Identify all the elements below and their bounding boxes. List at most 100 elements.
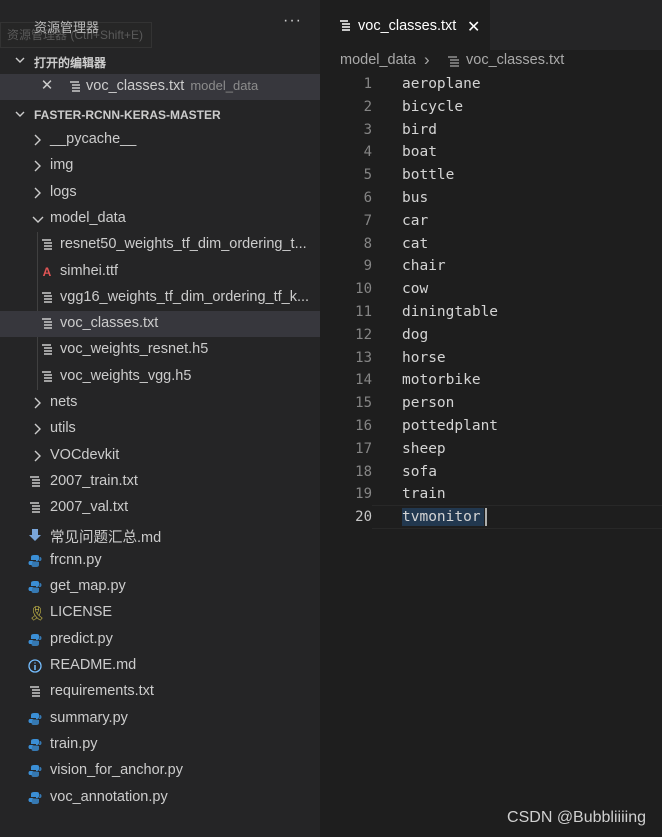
tree-item[interactable]: summary.py [0,706,320,732]
tree-item[interactable]: vgg16_weights_tf_dim_ordering_tf_k... [0,285,320,311]
tree-item[interactable]: 常见问题汇总.md [0,522,320,548]
code-line[interactable]: dog [402,327,428,343]
line-number: 19 [355,486,372,503]
tree-item[interactable]: README.md [0,653,320,679]
code-line[interactable]: bird [402,122,437,138]
explorer-sidebar: 资源管理器 (Ctrl+Shift+E) 资源管理器 ··· 打开的编辑器 ✕ … [0,0,320,837]
open-editors-section[interactable]: 打开的编辑器 [0,50,320,72]
chevron-down-icon [31,211,45,227]
tab-voc-classes[interactable]: voc_classes.txt ✕ [320,0,490,51]
tree-item-label: voc_annotation.py [50,788,168,805]
code-line[interactable]: pottedplant [402,418,498,434]
tree-item[interactable]: Asimhei.ttf [0,259,320,285]
tree-item-label: summary.py [50,709,128,726]
line-number: 16 [355,418,372,434]
code-line[interactable]: aeroplane [402,76,481,92]
tree-item[interactable]: resnet50_weights_tf_dim_ordering_t... [0,232,320,258]
tree-item[interactable]: frcnn.py [0,548,320,574]
file-lines-icon [70,81,80,92]
code-line[interactable]: sheep [402,441,446,457]
more-actions-icon[interactable]: ··· [283,12,302,30]
explorer-title: 资源管理器 [34,20,100,35]
tree-item-label: requirements.txt [50,683,154,700]
file-lines-icon [28,684,42,700]
chevron-right-icon [31,158,45,174]
line-number: 6 [363,190,372,206]
code-line[interactable]: bicycle [402,99,463,115]
code-line[interactable]: train [402,486,446,502]
editor-tab-bar: voc_classes.txt ✕ [320,0,662,51]
python-icon [28,553,42,569]
tree-item-label: voc_classes.txt [60,315,159,332]
code-line[interactable]: cat [402,236,428,252]
code-line[interactable]: chair [402,258,446,274]
tree-item[interactable]: predict.py [0,627,320,653]
file-lines-icon [40,342,54,358]
tree-item[interactable]: get_map.py [0,574,320,600]
chevron-down-icon [15,57,25,63]
code-line[interactable]: sofa [402,464,437,480]
breadcrumb-folder[interactable]: model_data [340,52,416,68]
info-icon [28,658,42,674]
tree-item-label: resnet50_weights_tf_dim_ordering_t... [60,236,307,253]
tree-item[interactable]: VOCdevkit [0,443,320,469]
tree-item-label: 2007_val.txt [50,499,129,516]
python-icon [28,790,42,806]
tree-item[interactable]: voc_weights_vgg.h5 [0,364,320,390]
code-line[interactable]: tvmonitor [402,509,481,525]
chevron-right-icon [31,395,45,411]
chevron-right-icon: › [424,50,430,69]
tree-item-label: simhei.ttf [60,262,119,279]
tree-item[interactable]: requirements.txt [0,679,320,705]
tree-item-label: README.md [50,657,137,673]
line-number: 14 [355,372,372,389]
code-line[interactable]: bottle [402,167,454,183]
close-tab-icon[interactable]: ✕ [467,17,480,37]
tree-item[interactable]: nets [0,390,320,416]
tree-item-label: VOCdevkit [50,446,120,463]
tree-item[interactable]: vision_for_anchor.py [0,758,320,784]
line-number: 13 [355,349,372,366]
tree-item[interactable]: model_data [0,206,320,232]
code-line[interactable]: diningtable [402,304,498,320]
tree-item[interactable]: 2007_val.txt [0,495,320,521]
code-line[interactable]: person [402,395,454,411]
line-number: 17 [355,440,372,457]
code-line[interactable]: bus [402,190,428,206]
line-number: 7 [363,212,372,229]
project-header: FASTER-RCNN-KERAS-MASTER [34,108,221,122]
tree-item[interactable]: voc_annotation.py [0,785,320,811]
open-editors-header: 打开的编辑器 [34,56,107,70]
file-lines-icon [40,316,54,332]
tree-item[interactable]: utils [0,416,320,442]
tree-item[interactable]: train.py [0,732,320,758]
explorer-header: 资源管理器 (Ctrl+Shift+E) 资源管理器 ··· [0,0,320,48]
code-line[interactable]: motorbike [402,372,481,388]
code-line[interactable]: horse [402,350,446,366]
python-icon [28,579,42,595]
chevron-right-icon [31,185,45,201]
tree-item[interactable]: img [0,153,320,179]
tree-item[interactable]: voc_classes.txt [0,311,320,338]
tree-item-label: voc_weights_vgg.h5 [60,367,192,384]
line-number: 2 [363,98,372,115]
chevron-right-icon [31,421,45,437]
project-section[interactable]: FASTER-RCNN-KERAS-MASTER [0,104,320,126]
breadcrumb-file[interactable]: voc_classes.txt [466,52,564,68]
code-line[interactable]: car [402,213,428,229]
tree-item[interactable]: voc_weights_resnet.h5 [0,337,320,363]
close-icon[interactable]: ✕ [40,78,54,94]
file-lines-icon [340,20,350,31]
tree-item[interactable]: logs [0,180,320,206]
tree-item[interactable]: 2007_train.txt [0,469,320,495]
line-number: 15 [355,395,372,412]
tree-item-label: vgg16_weights_tf_dim_ordering_tf_k... [60,288,310,305]
chevron-right-icon [31,132,45,148]
code-line[interactable]: boat [402,144,437,160]
open-editor-item[interactable]: ✕ voc_classes.txt model_data [0,74,320,100]
tree-item[interactable]: __pycache__ [0,127,320,153]
tree-item[interactable]: 🎗 LICENSE [0,600,320,626]
license-icon: 🎗 [28,605,46,622]
code-line[interactable]: cow [402,281,428,297]
text-cursor [485,508,487,526]
